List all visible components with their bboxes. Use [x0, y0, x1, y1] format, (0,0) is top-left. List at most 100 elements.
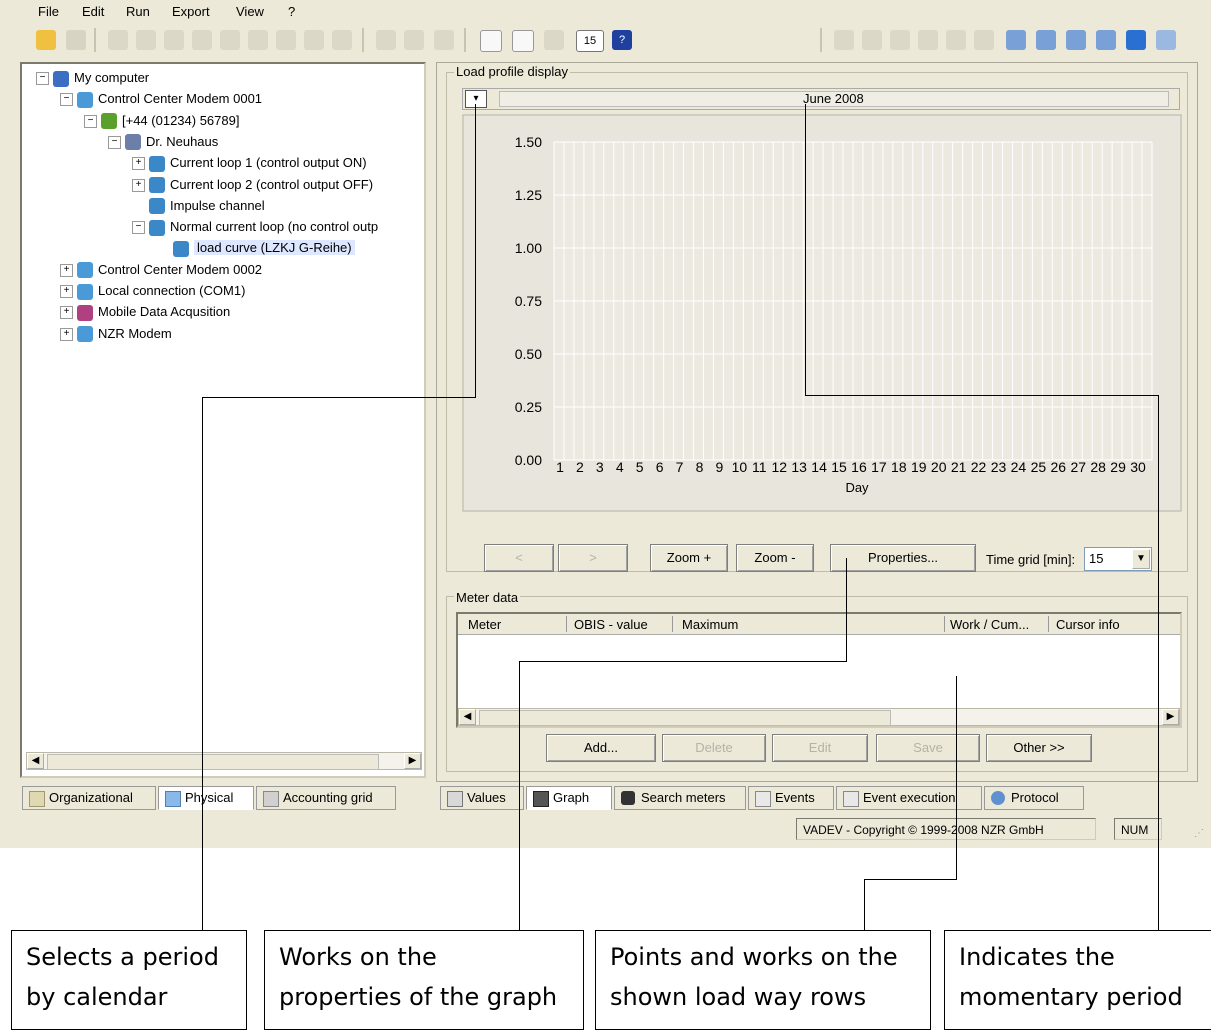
tree-horizontal-scrollbar[interactable]: ◀ ▶ [26, 752, 422, 770]
profile-4-icon[interactable] [918, 30, 938, 50]
disconnect-icon[interactable] [276, 30, 296, 50]
tab-search-meters[interactable]: Search meters [614, 786, 746, 810]
properties-button[interactable]: Properties... [830, 544, 976, 572]
scroll-right-icon[interactable]: ▶ [404, 753, 421, 769]
menu-help[interactable]: ? [288, 4, 295, 19]
zoom-out-button[interactable]: Zoom - [736, 544, 814, 572]
scroll-right-icon[interactable]: ▶ [1162, 709, 1179, 725]
preview-icon[interactable] [404, 30, 424, 50]
load-profile-chart[interactable]: 0.000.250.500.751.001.251.501 2 3 4 5 6 7 8 9 10 1… [462, 114, 1182, 512]
profile-1-icon[interactable] [834, 30, 854, 50]
calendar-dropdown-button[interactable]: ▾ [465, 90, 487, 108]
profile-2-icon[interactable] [862, 30, 882, 50]
chevron-down-icon[interactable]: ▼ [1132, 549, 1150, 569]
expand-toggle-icon[interactable]: − [132, 221, 145, 235]
meter-table[interactable]: Meter OBIS - value Maximum Work / Cum...… [456, 612, 1182, 728]
tree-node[interactable]: + Current loop 2 (control output OFF) [132, 175, 373, 195]
print-icon[interactable] [376, 30, 396, 50]
profile-3-icon[interactable] [890, 30, 910, 50]
read-icon[interactable] [304, 30, 324, 50]
tab-event-execution[interactable]: Event execution [836, 786, 982, 810]
expand-toggle-icon[interactable]: + [60, 285, 73, 299]
prev-period-button[interactable]: < [484, 544, 554, 572]
expand-toggle-icon[interactable]: + [132, 178, 145, 192]
tab-physical[interactable]: Physical [158, 786, 254, 810]
tab-graph[interactable]: Graph [526, 786, 612, 810]
tree-node[interactable]: − Normal current loop (no control outp [132, 217, 378, 237]
expand-toggle-icon[interactable]: − [60, 93, 73, 107]
expand-toggle-icon[interactable]: − [36, 72, 49, 86]
window-icon[interactable] [1156, 30, 1176, 50]
tree-node-label: NZR Modem [98, 325, 172, 341]
interval-display[interactable]: 15 [576, 30, 604, 52]
save-button[interactable]: Save [876, 734, 980, 762]
zoom-in-button[interactable]: Zoom + [650, 544, 728, 572]
cursor-icon[interactable] [544, 30, 564, 50]
tree-node[interactable]: − Dr. Neuhaus [108, 132, 218, 152]
expand-toggle-icon[interactable]: − [84, 114, 97, 128]
tree-node[interactable]: + NZR Modem [60, 324, 172, 344]
edit-button[interactable]: Edit [772, 734, 868, 762]
new-icon[interactable] [36, 30, 56, 50]
expand-toggle-icon[interactable]: + [60, 306, 73, 320]
tree-node[interactable]: load curve (LZKJ G-Reihe) [156, 238, 355, 258]
menu-view[interactable]: View [236, 4, 264, 19]
expand-toggle-icon[interactable]: + [60, 263, 73, 277]
zoom-out-icon[interactable] [434, 30, 454, 50]
expand-toggle-icon[interactable]: + [132, 157, 145, 171]
tab-protocol[interactable]: Protocol [984, 786, 1084, 810]
tab-values[interactable]: Values [440, 786, 524, 810]
tree-node[interactable]: − My computer [36, 68, 149, 88]
scroll-left-icon[interactable]: ◀ [459, 709, 476, 725]
column-header-maximum[interactable]: Maximum [682, 617, 738, 632]
delete-button[interactable]: Delete [662, 734, 766, 762]
tree-node[interactable]: − [+44 (01234) 56789] [84, 111, 239, 131]
delete-icon[interactable] [192, 30, 212, 50]
expand-toggle-icon[interactable]: + [60, 327, 73, 341]
tree-node[interactable]: + Mobile Data Acqusition [60, 302, 230, 322]
write-icon[interactable] [332, 30, 352, 50]
tab-organizational[interactable]: Organizational [22, 786, 156, 810]
meter-1-icon[interactable] [1006, 30, 1026, 50]
refresh-icon[interactable] [220, 30, 240, 50]
paste-icon[interactable] [164, 30, 184, 50]
connect-icon[interactable] [248, 30, 268, 50]
column-header-obis[interactable]: OBIS - value [574, 617, 648, 632]
menu-run[interactable]: Run [126, 4, 150, 19]
tree-node[interactable]: + Control Center Modem 0002 [60, 260, 262, 280]
tab-events[interactable]: Events [748, 786, 834, 810]
cut-icon[interactable] [108, 30, 128, 50]
other-button[interactable]: Other >> [986, 734, 1092, 762]
scroll-thumb[interactable] [479, 710, 891, 726]
scroll-thumb[interactable] [47, 754, 379, 770]
bar-chart-icon[interactable] [480, 30, 502, 52]
expand-toggle-icon[interactable]: − [108, 135, 121, 149]
menu-export[interactable]: Export [172, 4, 210, 19]
add-button[interactable]: Add... [546, 734, 656, 762]
profile-5-icon[interactable] [946, 30, 966, 50]
next-period-button[interactable]: > [558, 544, 628, 572]
menu-file[interactable]: File [38, 4, 59, 19]
meter-4-icon[interactable] [1096, 30, 1116, 50]
scroll-left-icon[interactable]: ◀ [27, 753, 44, 769]
column-header-cursor-info[interactable]: Cursor info [1056, 617, 1120, 632]
help-icon[interactable]: ? [612, 30, 632, 50]
meter-2-icon[interactable] [1036, 30, 1056, 50]
resize-grip-icon[interactable]: ⋰ [1194, 828, 1206, 840]
tree-node[interactable]: + Current loop 1 (control output ON) [132, 153, 367, 173]
tab-accounting-grid[interactable]: Accounting grid [256, 786, 396, 810]
menu-edit[interactable]: Edit [82, 4, 104, 19]
column-header-meter[interactable]: Meter [468, 617, 501, 632]
meter-3-icon[interactable] [1066, 30, 1086, 50]
time-grid-select[interactable]: 15 ▼ [1084, 547, 1152, 571]
column-header-work[interactable]: Work / Cum... [950, 617, 1029, 632]
export-icon[interactable] [1126, 30, 1146, 50]
copy-icon[interactable] [136, 30, 156, 50]
line-chart-icon[interactable] [512, 30, 534, 52]
meter-table-scrollbar[interactable]: ◀ ▶ [458, 708, 1180, 726]
tree-node[interactable]: − Control Center Modem 0001 [60, 89, 262, 109]
tree-node[interactable]: + Local connection (COM1) [60, 281, 245, 301]
open-icon[interactable] [66, 30, 86, 50]
profile-6-icon[interactable] [974, 30, 994, 50]
tree-node[interactable]: Impulse channel [132, 196, 265, 216]
